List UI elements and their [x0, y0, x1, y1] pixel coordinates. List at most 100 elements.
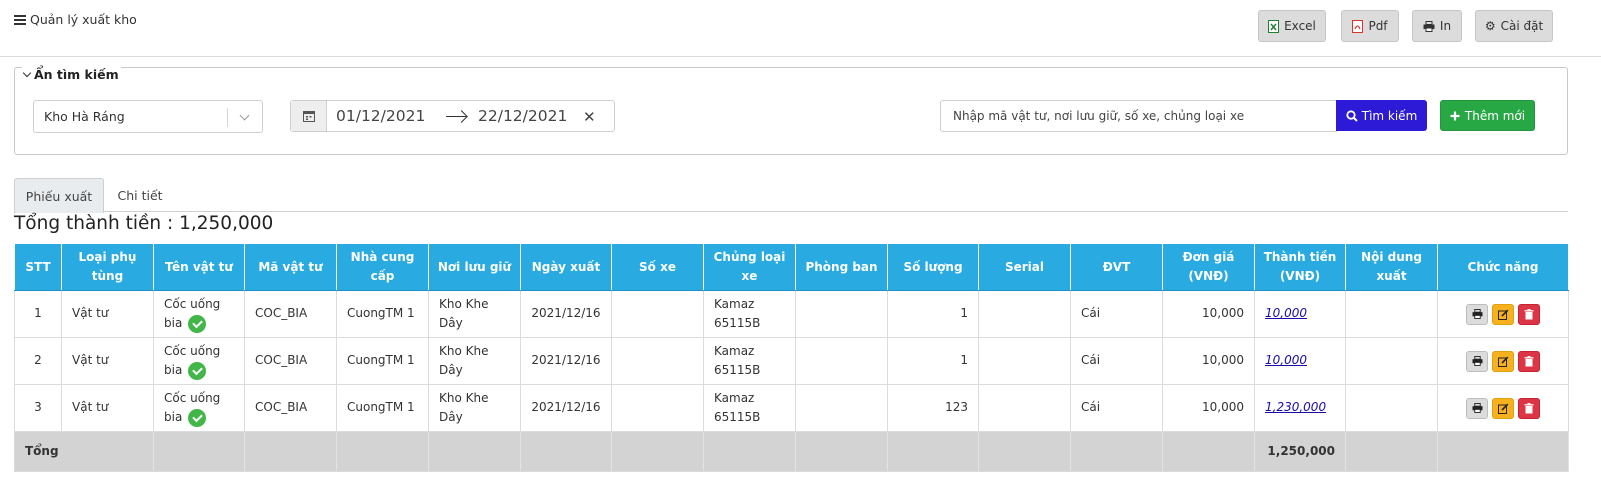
row-delete-button[interactable]: [1518, 303, 1540, 325]
page-title: Quản lý xuất kho: [14, 12, 137, 27]
footer-total: 1,250,000: [1254, 431, 1346, 472]
cell-stt: 1: [14, 290, 62, 338]
date-to[interactable]: 22/12/2021: [478, 107, 567, 125]
clear-date-icon[interactable]: ✕: [583, 108, 596, 126]
cell-chung-loai-xe: Kamaz 65115B: [703, 384, 796, 432]
cell-stt: 3: [14, 384, 62, 432]
cell-dvt: Cái: [1070, 337, 1163, 385]
row-edit-button[interactable]: [1492, 397, 1514, 419]
column-header: Thành tiền (VNĐ): [1254, 243, 1346, 291]
edit-icon: [1497, 403, 1508, 414]
footer-label: Tổng: [14, 431, 154, 472]
table-row: 2 Vật tư Cốc uống bia COC_BIA CuongTM 1 …: [14, 337, 1569, 385]
cell-loai-phu-tung: Vật tư: [61, 290, 154, 338]
cell-ngay-xuat: 2021/12/16: [520, 384, 612, 432]
row-delete-button[interactable]: [1518, 397, 1540, 419]
trash-icon: [1524, 355, 1534, 366]
plus-icon: [1450, 111, 1460, 120]
column-header: Chủng loại xe: [703, 243, 796, 291]
search-button[interactable]: Tìm kiếm: [1336, 100, 1427, 131]
cell-chung-loai-xe: Kamaz 65115B: [703, 337, 796, 385]
date-from[interactable]: 01/12/2021: [336, 107, 425, 125]
cell-serial: [978, 290, 1071, 338]
cell-so-luong: 1: [887, 337, 979, 385]
thanh-tien-link[interactable]: 10,000: [1265, 353, 1307, 367]
tab-phieu-xuat[interactable]: Phiếu xuất: [14, 178, 104, 213]
check-circle-icon: [188, 361, 207, 380]
cell-phong-ban: [795, 290, 888, 338]
cell-ten-vat-tu: Cốc uống bia: [153, 337, 245, 385]
column-header: Mã vật tư: [244, 243, 337, 291]
total-amount-heading: Tổng thành tiền : 1,250,000: [14, 213, 274, 234]
date-range-picker[interactable]: 01/12/2021 22/12/2021 ✕: [290, 100, 615, 132]
select-divider: [227, 108, 228, 127]
gear-icon: ⚙: [1484, 19, 1496, 33]
cell-don-gia: 10,000: [1162, 290, 1255, 338]
cell-don-gia: 10,000: [1162, 384, 1255, 432]
row-edit-button[interactable]: [1492, 303, 1514, 325]
cell-so-xe: [611, 337, 704, 385]
settings-button[interactable]: ⚙ Cài đặt: [1475, 10, 1553, 42]
search-button-label: Tìm kiếm: [1361, 108, 1418, 123]
cell-ma-vat-tu: COC_BIA: [244, 337, 337, 385]
pdf-file-icon: [1352, 19, 1364, 33]
thanh-tien-link[interactable]: 10,000: [1265, 306, 1307, 320]
cell-ma-vat-tu: COC_BIA: [244, 384, 337, 432]
settings-button-label: Cài đặt: [1500, 19, 1544, 33]
export-table: STT Loại phụ tùng Tên vật tư Mã vật tư N…: [14, 243, 1569, 472]
hamburger-icon[interactable]: [14, 14, 26, 25]
cell-thanh-tien: 10,000: [1254, 337, 1346, 385]
cell-stt: 2: [14, 337, 62, 385]
cell-noi-luu-giu: Kho Khe Dây: [428, 384, 521, 432]
add-new-button[interactable]: Thêm mới: [1440, 100, 1535, 131]
column-header: ĐVT: [1070, 243, 1163, 291]
cell-nha-cung-cap: CuongTM 1: [336, 337, 429, 385]
print-button-label: In: [1439, 19, 1452, 33]
calendar-icon[interactable]: [291, 101, 327, 131]
row-actions: [1448, 350, 1558, 372]
chevron-down-icon: [239, 110, 250, 121]
edit-icon: [1497, 356, 1508, 367]
printer-icon: [1472, 356, 1482, 366]
table-row: 3 Vật tư Cốc uống bia COC_BIA CuongTM 1 …: [14, 384, 1569, 432]
cell-loai-phu-tung: Vật tư: [61, 384, 154, 432]
search-toggle[interactable]: Ẩn tìm kiếm: [22, 67, 121, 82]
search-toggle-label: Ẩn tìm kiếm: [34, 67, 119, 82]
cell-phong-ban: [795, 384, 888, 432]
column-header: Số xe: [611, 243, 704, 291]
cell-nha-cung-cap: CuongTM 1: [336, 384, 429, 432]
row-print-button[interactable]: [1466, 397, 1488, 419]
cell-ngay-xuat: 2021/12/16: [520, 337, 612, 385]
warehouse-select[interactable]: Kho Hà Ráng: [33, 100, 263, 133]
thanh-tien-link[interactable]: 1,230,000: [1265, 400, 1326, 414]
row-edit-button[interactable]: [1492, 350, 1514, 372]
cell-chuc-nang: [1437, 337, 1569, 385]
search-input[interactable]: [940, 100, 1337, 132]
tab-chi-tiet[interactable]: Chi tiết: [104, 178, 176, 212]
printer-icon: [1472, 403, 1482, 413]
cell-noi-luu-giu: Kho Khe Dây: [428, 337, 521, 385]
cell-so-xe: [611, 290, 704, 338]
search-icon: [1346, 109, 1358, 122]
column-header: Nơi lưu giữ: [428, 243, 521, 291]
row-print-button[interactable]: [1466, 303, 1488, 325]
cell-noi-dung-xuat: [1345, 384, 1438, 432]
trash-icon: [1524, 308, 1534, 319]
cell-ngay-xuat: 2021/12/16: [520, 290, 612, 338]
row-delete-button[interactable]: [1518, 350, 1540, 372]
column-header: Tên vật tư: [153, 243, 245, 291]
table-header-row: STT Loại phụ tùng Tên vật tư Mã vật tư N…: [14, 243, 1569, 291]
column-header: Số lượng: [887, 243, 979, 291]
cell-noi-dung-xuat: [1345, 337, 1438, 385]
excel-button[interactable]: Excel: [1258, 10, 1326, 42]
print-button[interactable]: In: [1412, 10, 1462, 42]
cell-dvt: Cái: [1070, 384, 1163, 432]
cell-ten-vat-tu: Cốc uống bia: [153, 290, 245, 338]
pdf-button[interactable]: Pdf: [1341, 10, 1399, 42]
tab-bar: Phiếu xuất Chi tiết: [14, 178, 1568, 213]
excel-button-label: Excel: [1284, 19, 1316, 33]
cell-ten-vat-tu: Cốc uống bia: [153, 384, 245, 432]
add-new-button-label: Thêm mới: [1464, 108, 1526, 123]
cell-phong-ban: [795, 337, 888, 385]
row-print-button[interactable]: [1466, 350, 1488, 372]
